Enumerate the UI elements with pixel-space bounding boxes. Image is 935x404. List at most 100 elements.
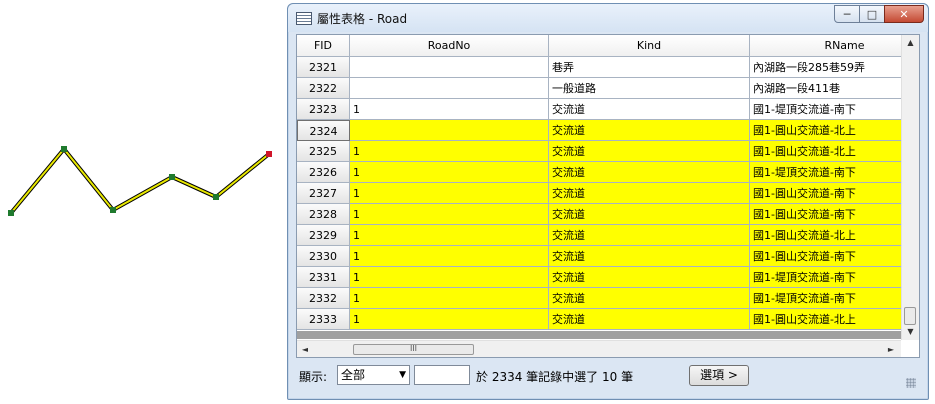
fid-cell[interactable]: 2331 xyxy=(297,267,350,288)
rname-cell[interactable]: 國1-堤頂交流道-南下 xyxy=(750,267,919,288)
roadno-cell[interactable]: 1 xyxy=(350,225,549,246)
rname-cell[interactable]: 國1-圓山交流道-南下 xyxy=(750,246,919,267)
roadno-cell[interactable]: 1 xyxy=(350,162,549,183)
fid-cell[interactable]: 2325 xyxy=(297,141,350,162)
rname-cell[interactable]: 內湖路一段285巷59弄 xyxy=(750,57,919,78)
scroll-up-arrow-icon[interactable]: ▲ xyxy=(902,35,919,51)
table-row[interactable]: 2327 1 交流道 國1-圓山交流道-南下 xyxy=(297,183,919,204)
table-row[interactable]: 2332 1 交流道 國1-堤頂交流道-南下 xyxy=(297,288,919,309)
fid-cell[interactable]: 2327 xyxy=(297,183,350,204)
rname-cell[interactable]: 國1-圓山交流道-南下 xyxy=(750,183,919,204)
table-row[interactable]: 2333 1 交流道 國1-圓山交流道-北上 xyxy=(297,309,919,330)
roadno-cell[interactable]: 1 xyxy=(350,246,549,267)
table-row[interactable]: 2331 1 交流道 國1-堤頂交流道-南下 xyxy=(297,267,919,288)
show-label: 顯示: xyxy=(299,370,328,384)
table-row[interactable]: 2325 1 交流道 國1-圓山交流道-北上 xyxy=(297,141,919,162)
table-row[interactable]: 2330 1 交流道 國1-圓山交流道-南下 xyxy=(297,246,919,267)
rname-cell[interactable]: 國1-圓山交流道-北上 xyxy=(750,120,919,141)
scroll-down-arrow-icon[interactable]: ▼ xyxy=(902,324,919,340)
roadno-cell[interactable]: 1 xyxy=(350,288,549,309)
grid-footer-strip xyxy=(297,331,901,339)
scroll-right-arrow-icon[interactable]: ► xyxy=(883,341,899,357)
rname-cell[interactable]: 國1-圓山交流道-北上 xyxy=(750,309,919,330)
column-header-fid[interactable]: FID xyxy=(297,35,350,57)
roadno-cell[interactable]: 1 xyxy=(350,204,549,225)
vertex-marker[interactable] xyxy=(110,207,116,213)
roadno-cell[interactable]: 1 xyxy=(350,183,549,204)
roadno-cell[interactable]: 1 xyxy=(350,99,549,120)
roadno-cell[interactable] xyxy=(350,120,549,141)
grid-header: FID RoadNo Kind RName xyxy=(297,35,919,57)
table-row[interactable]: 2326 1 交流道 國1-堤頂交流道-南下 xyxy=(297,162,919,183)
vertex-marker[interactable] xyxy=(8,210,14,216)
rname-cell[interactable]: 國1-圓山交流道-南下 xyxy=(750,204,919,225)
roadno-cell[interactable] xyxy=(350,57,549,78)
rname-cell[interactable]: 國1-堤頂交流道-南下 xyxy=(750,162,919,183)
roadno-cell[interactable]: 1 xyxy=(350,141,549,162)
kind-cell[interactable]: 交流道 xyxy=(549,141,750,162)
kind-cell[interactable]: 交流道 xyxy=(549,246,750,267)
horizontal-scrollbar[interactable]: ◄ III ► xyxy=(297,340,901,357)
fid-cell[interactable]: 2330 xyxy=(297,246,350,267)
minimize-button[interactable]: ─ xyxy=(834,5,860,23)
options-button[interactable]: 選項 > xyxy=(689,365,749,386)
table-row[interactable]: 2328 1 交流道 國1-圓山交流道-南下 xyxy=(297,204,919,225)
horizontal-scroll-thumb[interactable]: III xyxy=(353,344,474,355)
table-row[interactable]: 2323 1 交流道 國1-堤頂交流道-南下 xyxy=(297,99,919,120)
column-header-rname[interactable]: RName xyxy=(750,35,919,57)
scroll-left-arrow-icon[interactable]: ◄ xyxy=(297,341,313,357)
vertex-marker[interactable] xyxy=(61,146,67,152)
kind-cell[interactable]: 交流道 xyxy=(549,183,750,204)
fid-cell[interactable]: 2326 xyxy=(297,162,350,183)
vertical-scroll-thumb[interactable] xyxy=(904,307,916,325)
kind-cell[interactable]: 交流道 xyxy=(549,99,750,120)
kind-cell[interactable]: 一般道路 xyxy=(549,78,750,99)
kind-cell[interactable]: 交流道 xyxy=(549,225,750,246)
map-canvas[interactable] xyxy=(0,0,290,404)
kind-cell[interactable]: 交流道 xyxy=(549,288,750,309)
fid-cell[interactable]: 2333 xyxy=(297,309,350,330)
column-header-kind[interactable]: Kind xyxy=(549,35,750,57)
title-bar[interactable]: 屬性表格 - Road ─ □ ✕ xyxy=(288,4,928,32)
selection-summary: 於 2334 筆記錄中選了 10 筆 xyxy=(476,370,634,384)
close-button[interactable]: ✕ xyxy=(884,5,924,23)
rname-cell[interactable]: 國1-堤頂交流道-南下 xyxy=(750,288,919,309)
show-filter-select[interactable]: 全部 ▼ xyxy=(337,365,410,385)
vertex-marker[interactable] xyxy=(169,174,175,180)
kind-cell[interactable]: 交流道 xyxy=(549,309,750,330)
kind-cell[interactable]: 交流道 xyxy=(549,204,750,225)
rname-cell[interactable]: 國1-堤頂交流道-南下 xyxy=(750,99,919,120)
record-number-input[interactable] xyxy=(414,365,470,385)
fid-cell[interactable]: 2324 xyxy=(297,120,350,141)
kind-cell[interactable]: 交流道 xyxy=(549,267,750,288)
table-row[interactable]: 2324 交流道 國1-圓山交流道-北上 xyxy=(297,120,919,141)
kind-cell[interactable]: 交流道 xyxy=(549,162,750,183)
selected-road-highlight xyxy=(10,148,270,214)
end-vertex-marker[interactable] xyxy=(266,151,272,157)
table-row[interactable]: 2322 一般道路 內湖路一段411巷 xyxy=(297,78,919,99)
fid-cell[interactable]: 2322 xyxy=(297,78,350,99)
fid-cell[interactable]: 2332 xyxy=(297,288,350,309)
kind-cell[interactable]: 巷弄 xyxy=(549,57,750,78)
maximize-button[interactable]: □ xyxy=(859,5,885,23)
fid-cell[interactable]: 2321 xyxy=(297,57,350,78)
roadno-cell[interactable]: 1 xyxy=(350,309,549,330)
table-row[interactable]: 2321 巷弄 內湖路一段285巷59弄 xyxy=(297,57,919,78)
rname-cell[interactable]: 國1-圓山交流道-北上 xyxy=(750,225,919,246)
roadno-cell[interactable]: 1 xyxy=(350,267,549,288)
fid-cell[interactable]: 2328 xyxy=(297,204,350,225)
kind-cell[interactable]: 交流道 xyxy=(549,120,750,141)
roadno-cell[interactable] xyxy=(350,78,549,99)
vertex-marker[interactable] xyxy=(213,194,219,200)
table-row[interactable]: 2329 1 交流道 國1-圓山交流道-北上 xyxy=(297,225,919,246)
fid-cell[interactable]: 2323 xyxy=(297,99,350,120)
table-icon xyxy=(296,12,312,25)
chevron-down-icon[interactable]: ▼ xyxy=(399,366,406,384)
vertical-scrollbar[interactable]: ▲ ▼ xyxy=(901,35,919,340)
column-header-roadno[interactable]: RoadNo xyxy=(350,35,549,57)
rname-cell[interactable]: 國1-圓山交流道-北上 xyxy=(750,141,919,162)
fid-cell[interactable]: 2329 xyxy=(297,225,350,246)
selected-road-polyline[interactable] xyxy=(9,147,271,215)
rname-cell[interactable]: 內湖路一段411巷 xyxy=(750,78,919,99)
resize-grip-icon[interactable] xyxy=(906,378,916,388)
